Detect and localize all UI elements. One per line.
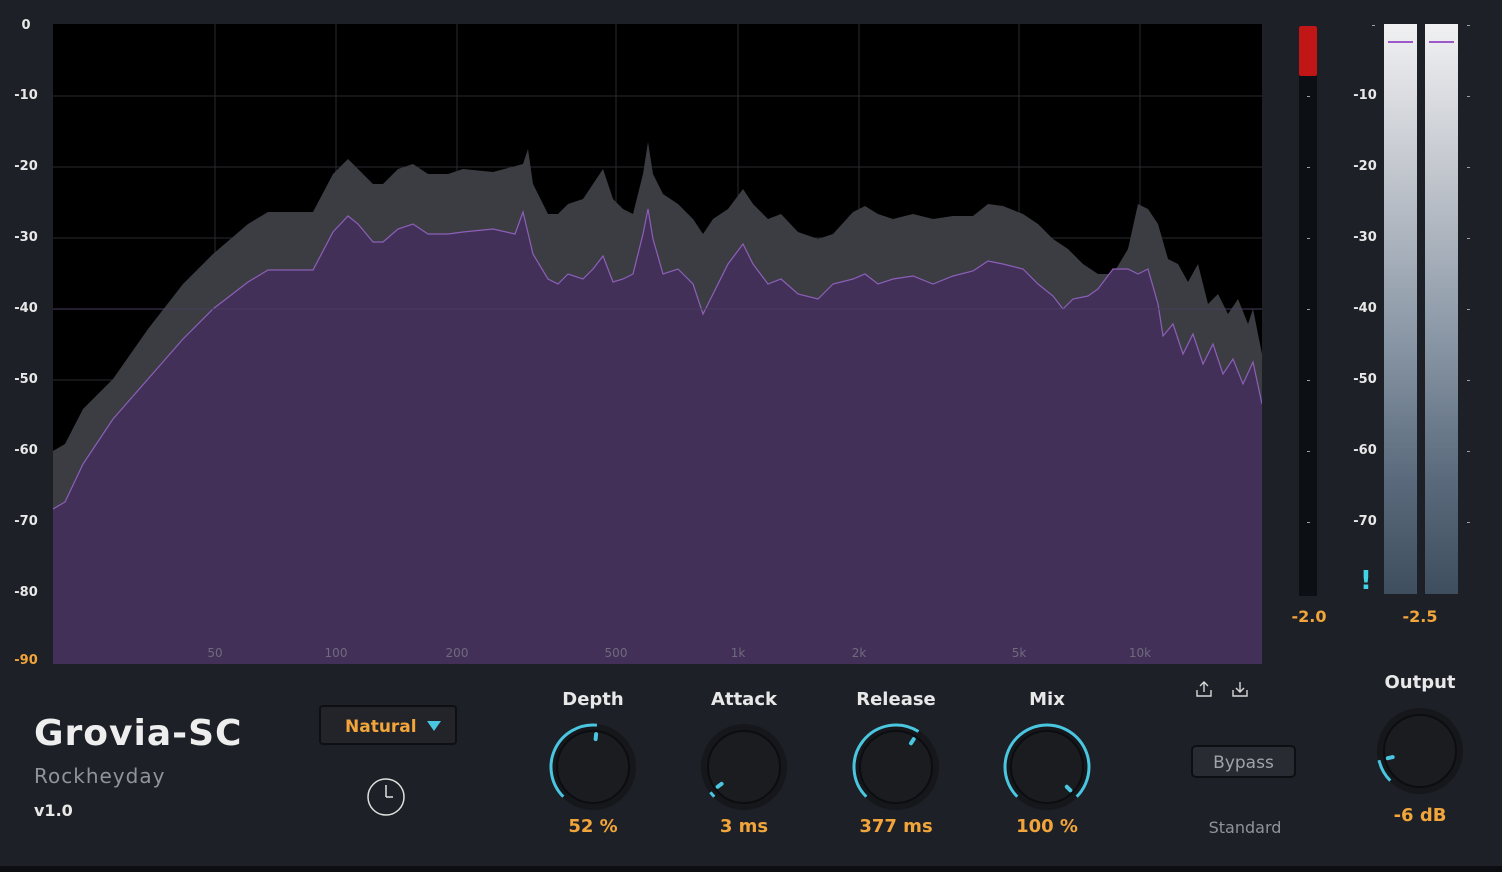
input-meter <box>1299 26 1317 596</box>
plugin-title: Grovia-SC <box>34 713 243 754</box>
db-label: -70 <box>14 514 38 529</box>
company-name: Rockheyday <box>34 764 166 788</box>
db-label: -50 <box>14 372 38 387</box>
attack-knob[interactable] <box>696 719 792 815</box>
mode-dropdown[interactable]: Natural <box>319 705 457 745</box>
depth-value: 52 % <box>568 816 618 837</box>
import-icon[interactable] <box>1230 679 1250 699</box>
db-label: -20 <box>14 159 38 174</box>
db-label: -20 <box>1353 159 1377 174</box>
knob-body <box>859 730 933 804</box>
knob-pointer <box>1064 784 1073 793</box>
input-meter-peak <box>1299 26 1317 76</box>
bypass-label: Bypass <box>1213 753 1274 773</box>
db-label: -80 <box>14 585 38 600</box>
db-label: -30 <box>14 230 38 245</box>
db-label: -60 <box>1353 443 1377 458</box>
output-meter-left <box>1384 24 1417 594</box>
output-label: Output <box>1384 672 1456 693</box>
freq-label: 2k <box>851 646 867 660</box>
mix-value: 100 % <box>1016 816 1078 837</box>
knob-body <box>1383 714 1457 788</box>
depth-knob[interactable] <box>545 719 641 815</box>
freq-label: 10k <box>1128 646 1152 660</box>
knob-pointer <box>1385 755 1395 761</box>
bypass-button[interactable]: Bypass <box>1191 745 1296 778</box>
output-value: -6 dB <box>1393 805 1447 826</box>
freq-label: 1k <box>730 646 746 660</box>
output-knob[interactable] <box>1372 703 1468 799</box>
version-label: v1.0 <box>34 801 73 820</box>
db-label: -10 <box>1353 88 1377 103</box>
export-icon[interactable] <box>1194 679 1214 699</box>
freq-label: 50 <box>207 646 223 660</box>
exclamation-icon[interactable]: ! <box>1360 566 1372 596</box>
output-meter-right <box>1425 24 1458 594</box>
db-label: -50 <box>1353 372 1377 387</box>
db-label: -30 <box>1353 230 1377 245</box>
release-label: Release <box>856 689 936 710</box>
input-meter-value: -2.0 <box>1291 607 1327 626</box>
mix-knob[interactable] <box>999 719 1095 815</box>
spectrum-analyzer[interactable] <box>53 24 1262 664</box>
output-meter-peak-marker <box>1429 41 1454 43</box>
db-label: -70 <box>1353 514 1377 529</box>
attack-label: Attack <box>711 689 777 710</box>
release-knob[interactable] <box>848 719 944 815</box>
freq-label: 5k <box>1011 646 1027 660</box>
db-label: -40 <box>1353 301 1377 316</box>
db-label: -40 <box>14 301 38 316</box>
processing-mode-label[interactable]: Standard <box>1209 818 1282 837</box>
output-meter-peak-marker <box>1388 41 1413 43</box>
spectrum-graph <box>53 24 1262 664</box>
freq-label: 100 <box>324 646 348 660</box>
clock-icon[interactable] <box>366 777 406 817</box>
mix-label: Mix <box>1029 689 1065 710</box>
db-label: -90 <box>14 653 38 668</box>
knob-pointer <box>909 737 916 746</box>
release-value: 377 ms <box>859 816 933 837</box>
freq-label: 500 <box>604 646 628 660</box>
attack-value: 3 ms <box>719 816 769 837</box>
db-label: -10 <box>14 88 38 103</box>
output-meter-value: -2.5 <box>1402 607 1438 626</box>
triangle-down-icon <box>427 721 441 731</box>
knob-pointer <box>715 781 724 789</box>
knob-body <box>1010 730 1084 804</box>
db-label: 0 <box>21 18 31 33</box>
mode-dropdown-value: Natural <box>345 717 417 737</box>
freq-label: 200 <box>445 646 469 660</box>
knob-body <box>707 730 781 804</box>
window-bottom-border <box>0 866 1502 872</box>
knob-body <box>556 730 630 804</box>
depth-label: Depth <box>562 689 624 710</box>
db-label: -60 <box>14 443 38 458</box>
